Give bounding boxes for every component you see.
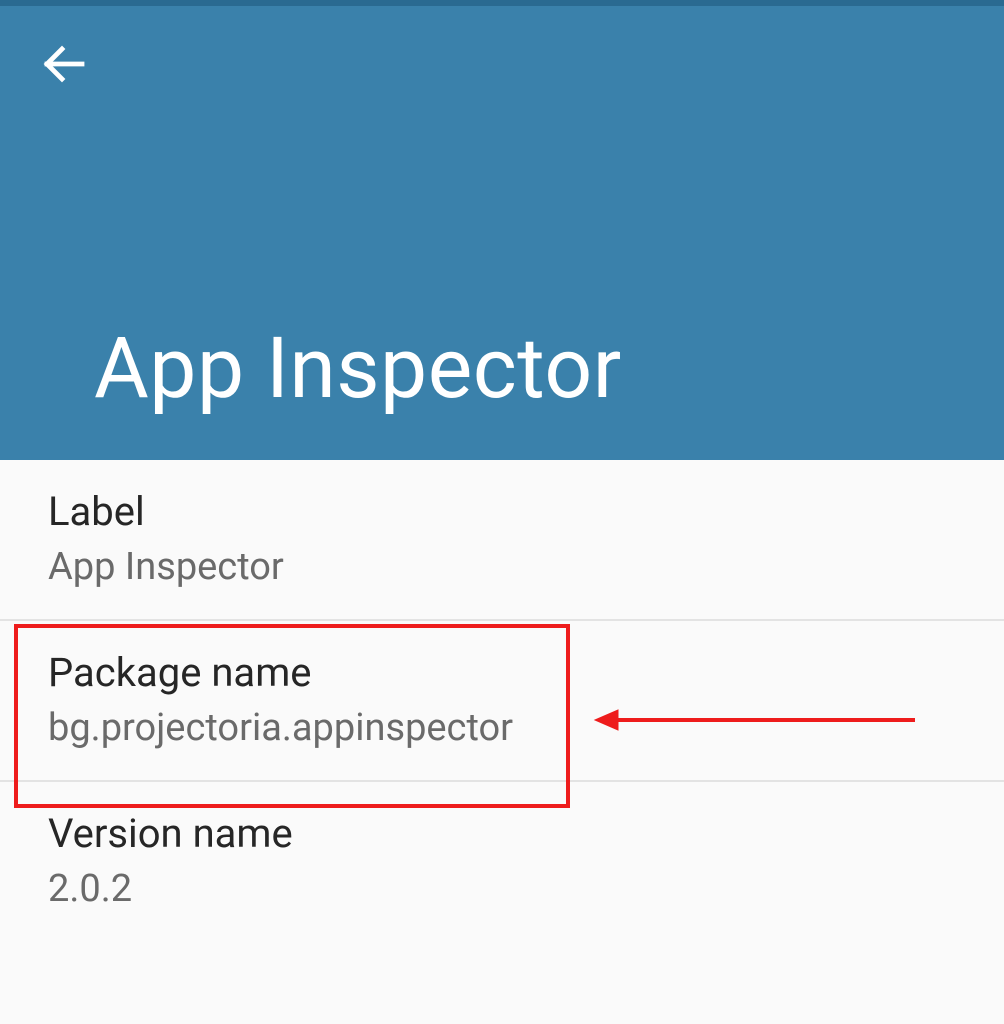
list-item-version-name[interactable]: Version name 2.0.2 <box>0 782 1004 941</box>
row-value: App Inspector <box>48 545 956 589</box>
row-label: Version name <box>48 810 956 857</box>
row-label: Label <box>48 488 956 535</box>
row-value: bg.projectoria.appinspector <box>48 706 956 750</box>
list-item-package-name[interactable]: Package name bg.projectoria.appinspector <box>0 621 1004 782</box>
row-value: 2.0.2 <box>48 867 956 911</box>
page-title: App Inspector <box>94 319 622 418</box>
arrow-back-icon <box>40 40 88 88</box>
back-button[interactable] <box>34 34 94 94</box>
row-label: Package name <box>48 649 956 696</box>
app-header: App Inspector <box>0 6 1004 460</box>
details-list: Label App Inspector Package name bg.proj… <box>0 460 1004 941</box>
list-item-label[interactable]: Label App Inspector <box>0 460 1004 621</box>
